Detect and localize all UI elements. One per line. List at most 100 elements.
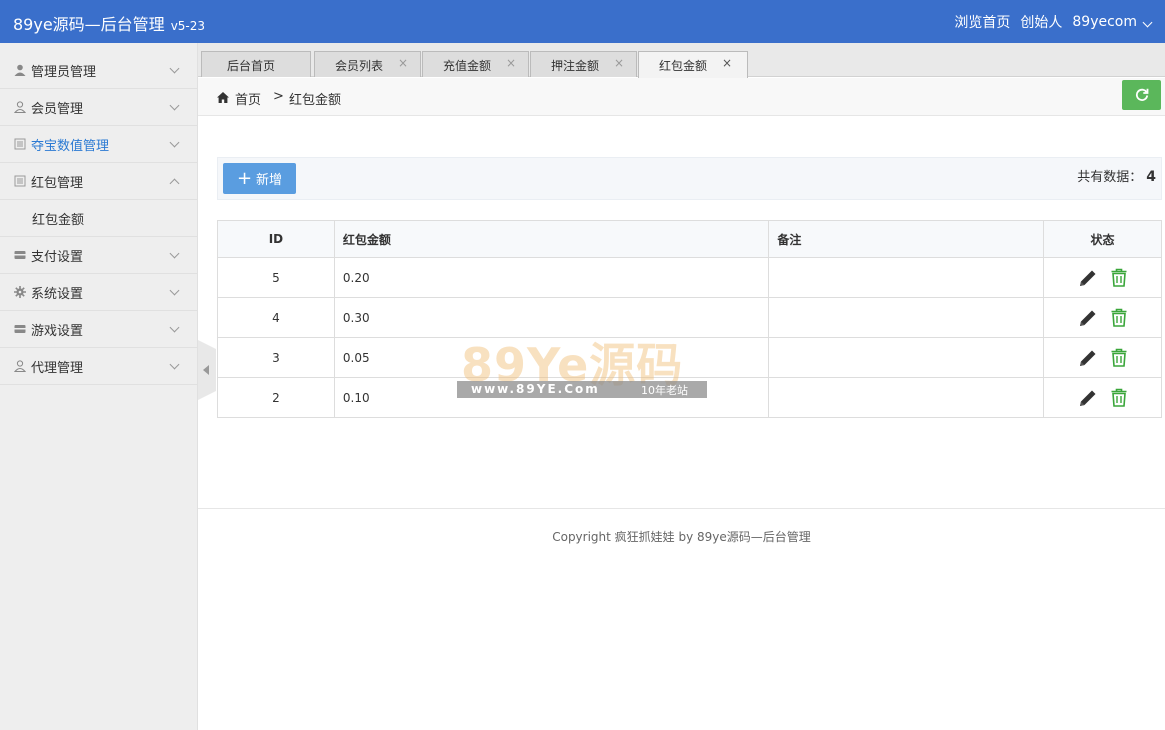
cell-id: 4 [217, 297, 335, 338]
footer-divider [198, 508, 1165, 509]
sidebar-item-payment[interactable]: 支付设置 [0, 237, 197, 274]
edit-icon[interactable] [1078, 388, 1098, 408]
breadcrumb-separator: > [273, 89, 284, 104]
plus-icon: + [236, 167, 253, 189]
gear-icon [14, 286, 26, 298]
sidebar-item-label: 游戏设置 [31, 323, 84, 339]
footer: Copyright 疯狂抓娃娃 by 89ye源码—后台管理 [552, 530, 811, 544]
watermark-tag: 10年老站 [641, 384, 688, 397]
cell-id: 2 [217, 377, 335, 418]
watermark-bar: www.89YE.Com 10年老站 [457, 381, 707, 398]
tab-bar: 后台首页 会员列表 × 充值金额 × 押注金额 × 红包金额 × [198, 43, 1165, 78]
edit-icon[interactable] [1078, 268, 1098, 288]
chevron-down-icon [169, 359, 180, 370]
sidebar: 管理员管理 会员管理 夺宝数值管理 红包管理 红包金额 支付设置 系统设置 游戏… [0, 43, 198, 730]
sidebar-item-game[interactable]: 游戏设置 [0, 311, 197, 348]
sidebar-item-redpacket[interactable]: 红包管理 [0, 163, 197, 200]
total-value: 4 [1146, 169, 1156, 185]
tab-dashboard[interactable]: 后台首页 [201, 51, 311, 77]
header-nav: 浏览首页 创始人 89yecom [944, 12, 1153, 32]
cell-actions [1043, 297, 1162, 338]
chevron-down-icon [169, 248, 180, 259]
user-outline-icon [14, 101, 26, 113]
tab-recharge[interactable]: 充值金额 × [422, 51, 529, 77]
add-button-label: 新增 [256, 173, 283, 188]
sidebar-item-label: 支付设置 [31, 249, 84, 265]
chevron-down-icon [1142, 17, 1153, 28]
cell-amount: 0.20 [333, 257, 770, 298]
user-menu[interactable]: 89yecom [1072, 14, 1153, 30]
tab-label: 会员列表 [335, 59, 384, 73]
sidebar-menu: 管理员管理 会员管理 夺宝数值管理 红包管理 红包金额 支付设置 系统设置 游戏… [0, 43, 197, 385]
delete-icon[interactable] [1110, 308, 1128, 327]
breadcrumb-home[interactable]: 首页 [235, 89, 261, 108]
edit-icon[interactable] [1078, 348, 1098, 368]
total-label: 共有数据： [1077, 170, 1143, 185]
breadcrumb-current: 红包金额 [289, 93, 342, 108]
username: 89yecom [1072, 14, 1137, 30]
edit-icon[interactable] [1078, 308, 1098, 328]
browse-home-link[interactable]: 浏览首页 [954, 12, 1010, 32]
col-status: 状态 [1043, 220, 1162, 258]
delete-icon[interactable] [1110, 268, 1128, 287]
caret-left-icon [203, 365, 209, 375]
brand-title: 89ye源码—后台管理 [13, 15, 165, 34]
sidebar-item-admin[interactable]: 管理员管理 [0, 52, 197, 89]
chevron-down-icon [169, 322, 180, 333]
close-icon[interactable]: × [506, 56, 516, 70]
sidebar-subitem-label: 红包金额 [32, 212, 85, 228]
tab-label: 押注金额 [551, 59, 600, 73]
cell-id: 3 [217, 337, 335, 378]
tab-label: 充值金额 [443, 59, 492, 73]
sidebar-item-label: 管理员管理 [31, 64, 97, 80]
cell-note [768, 297, 1045, 338]
cell-actions [1043, 257, 1162, 298]
sidebar-collapse-toggle[interactable] [198, 340, 216, 400]
sidebar-item-members[interactable]: 会员管理 [0, 89, 197, 126]
delete-icon[interactable] [1110, 348, 1128, 367]
sidebar-item-agent[interactable]: 代理管理 [0, 348, 197, 385]
total-count: 共有数据： 4 [1077, 166, 1156, 185]
cell-note [768, 377, 1045, 418]
card-icon [14, 325, 26, 333]
close-icon[interactable]: × [722, 56, 732, 70]
cell-note [768, 337, 1045, 378]
top-header: 89ye源码—后台管理 v5-23 浏览首页 创始人 89yecom [0, 0, 1165, 43]
user-icon [14, 64, 26, 76]
sidebar-item-treasure[interactable]: 夺宝数值管理 [0, 126, 197, 163]
cell-note [768, 257, 1045, 298]
cell-id: 5 [217, 257, 335, 298]
add-button[interactable]: + 新增 [223, 163, 296, 194]
breadcrumb: 首页 > 红包金额 [198, 78, 1165, 116]
home-icon [217, 92, 229, 103]
tab-label: 红包金额 [659, 59, 708, 73]
col-amount: 红包金额 [333, 220, 770, 258]
chevron-up-icon [169, 178, 180, 189]
close-icon[interactable]: × [614, 56, 624, 70]
close-icon[interactable]: × [398, 56, 408, 70]
sidebar-item-label: 系统设置 [31, 286, 84, 302]
chevron-down-icon [169, 137, 180, 148]
brand[interactable]: 89ye源码—后台管理 v5-23 [13, 11, 205, 35]
tab-label: 后台首页 [227, 59, 276, 73]
sidebar-item-label: 代理管理 [31, 360, 84, 376]
list-icon [14, 138, 26, 150]
tab-member-list[interactable]: 会员列表 × [314, 51, 421, 77]
col-note: 备注 [768, 220, 1045, 258]
sidebar-item-system[interactable]: 系统设置 [0, 274, 197, 311]
version-label: v5-23 [170, 19, 206, 33]
sidebar-subitem-redpacket-amount[interactable]: 红包金额 [0, 200, 197, 237]
founder-link[interactable]: 创始人 [1020, 12, 1062, 32]
delete-icon[interactable] [1110, 388, 1128, 407]
refresh-button[interactable] [1122, 80, 1161, 110]
chevron-down-icon [169, 100, 180, 111]
watermark: 89Ye源码 www.89YE.Com 10年老站 [457, 333, 707, 398]
chevron-down-icon [169, 63, 180, 74]
tab-bet-amount[interactable]: 押注金额 × [530, 51, 637, 77]
table-toolbar: + 新增 共有数据： 4 [217, 157, 1162, 200]
sidebar-item-label: 夺宝数值管理 [31, 138, 110, 154]
table-row: 5 0.20 [217, 257, 1162, 298]
tab-redpacket-amount[interactable]: 红包金额 × [638, 51, 748, 78]
list-icon [14, 175, 26, 187]
user-outline-icon [14, 360, 26, 372]
